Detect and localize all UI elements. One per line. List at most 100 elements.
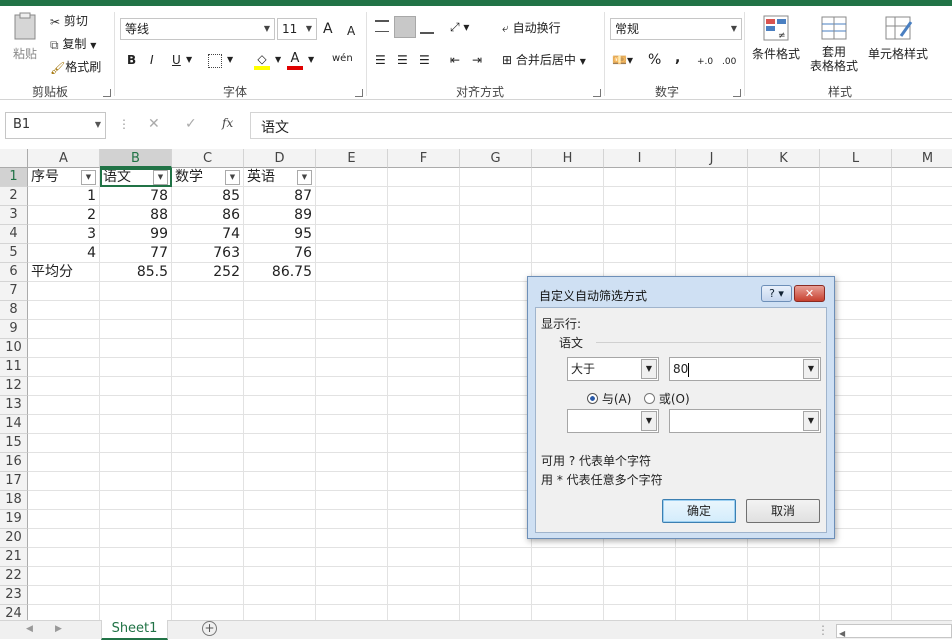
cell-c11[interactable]: [172, 358, 244, 377]
cell-f7[interactable]: [388, 282, 460, 301]
filter-dropdown-icon[interactable]: ▼: [297, 170, 312, 185]
cell-j21[interactable]: [676, 548, 748, 567]
cell-c14[interactable]: [172, 415, 244, 434]
cell-m18[interactable]: [892, 491, 952, 510]
cell-m20[interactable]: [892, 529, 952, 548]
chevron-down-icon[interactable]: ▼: [186, 51, 192, 69]
cell-h5[interactable]: [532, 244, 604, 263]
value-2-input[interactable]: ▼: [669, 409, 821, 433]
cell-d9[interactable]: [244, 320, 316, 339]
cell-l21[interactable]: [820, 548, 892, 567]
cell-g7[interactable]: [460, 282, 532, 301]
cell-j23[interactable]: [676, 586, 748, 605]
cut-button[interactable]: ✂ 剪切: [50, 12, 88, 31]
cell-d1[interactable]: 英语 ▼: [244, 168, 316, 187]
cell-l22[interactable]: [820, 567, 892, 586]
underline-button[interactable]: U: [172, 51, 181, 69]
fill-color-icon[interactable]: ◇: [254, 53, 270, 70]
italic-button[interactable]: I: [150, 51, 154, 69]
cell-c16[interactable]: [172, 453, 244, 472]
cell-l23[interactable]: [820, 586, 892, 605]
cell-a12[interactable]: [28, 377, 100, 396]
cell-e14[interactable]: [316, 415, 388, 434]
cell-d19[interactable]: [244, 510, 316, 529]
cell-g1[interactable]: [460, 168, 532, 187]
cell-g3[interactable]: [460, 206, 532, 225]
cell-c20[interactable]: [172, 529, 244, 548]
cell-c9[interactable]: [172, 320, 244, 339]
cell-b15[interactable]: [100, 434, 172, 453]
cell-a15[interactable]: [28, 434, 100, 453]
row-header-6[interactable]: 6: [0, 263, 28, 282]
cell-c24[interactable]: [172, 605, 244, 620]
cell-a14[interactable]: [28, 415, 100, 434]
name-box[interactable]: B1 ▼: [5, 112, 106, 139]
cell-d21[interactable]: [244, 548, 316, 567]
cell-c17[interactable]: [172, 472, 244, 491]
cell-a10[interactable]: [28, 339, 100, 358]
cell-f16[interactable]: [388, 453, 460, 472]
cell-g5[interactable]: [460, 244, 532, 263]
row-header-4[interactable]: 4: [0, 225, 28, 244]
column-header-d[interactable]: D: [244, 149, 316, 168]
cell-b18[interactable]: [100, 491, 172, 510]
cell-b5[interactable]: 77: [100, 244, 172, 263]
cell-k2[interactable]: [748, 187, 820, 206]
cell-f1[interactable]: [388, 168, 460, 187]
row-header-3[interactable]: 3: [0, 206, 28, 225]
percent-button[interactable]: %: [648, 51, 661, 69]
column-header-i[interactable]: I: [604, 149, 676, 168]
cell-b10[interactable]: [100, 339, 172, 358]
cell-m14[interactable]: [892, 415, 952, 434]
alignment-launcher-icon[interactable]: [593, 89, 601, 97]
align-top-icon[interactable]: [375, 20, 389, 32]
cell-e2[interactable]: [316, 187, 388, 206]
cell-e8[interactable]: [316, 301, 388, 320]
row-header-23[interactable]: 23: [0, 586, 28, 605]
row-header-20[interactable]: 20: [0, 529, 28, 548]
cell-l3[interactable]: [820, 206, 892, 225]
row-header-14[interactable]: 14: [0, 415, 28, 434]
cell-d14[interactable]: [244, 415, 316, 434]
font-launcher-icon[interactable]: [355, 89, 363, 97]
cell-g24[interactable]: [460, 605, 532, 620]
operator-1-select[interactable]: 大于 ▼: [567, 357, 659, 381]
cell-d22[interactable]: [244, 567, 316, 586]
cell-e6[interactable]: [316, 263, 388, 282]
row-header-9[interactable]: 9: [0, 320, 28, 339]
cell-e10[interactable]: [316, 339, 388, 358]
cell-h23[interactable]: [532, 586, 604, 605]
cell-b8[interactable]: [100, 301, 172, 320]
cell-m13[interactable]: [892, 396, 952, 415]
cell-m22[interactable]: [892, 567, 952, 586]
increase-indent-icon[interactable]: ⇥: [472, 51, 482, 69]
cell-f12[interactable]: [388, 377, 460, 396]
cell-a18[interactable]: [28, 491, 100, 510]
cell-b24[interactable]: [100, 605, 172, 620]
cell-a3[interactable]: 2: [28, 206, 100, 225]
currency-icon[interactable]: 💴▾: [612, 51, 633, 69]
cell-j22[interactable]: [676, 567, 748, 586]
cell-l2[interactable]: [820, 187, 892, 206]
cell-e20[interactable]: [316, 529, 388, 548]
cell-b2[interactable]: 78: [100, 187, 172, 206]
cell-a4[interactable]: 3: [28, 225, 100, 244]
value-1-input[interactable]: 80 ▼: [669, 357, 821, 381]
cell-m23[interactable]: [892, 586, 952, 605]
cell-g23[interactable]: [460, 586, 532, 605]
row-header-15[interactable]: 15: [0, 434, 28, 453]
chevron-down-icon[interactable]: ▼: [275, 51, 281, 69]
cell-a2[interactable]: 1: [28, 187, 100, 206]
row-header-22[interactable]: 22: [0, 567, 28, 586]
cell-k5[interactable]: [748, 244, 820, 263]
grow-font-button[interactable]: A: [323, 20, 333, 38]
cell-j2[interactable]: [676, 187, 748, 206]
cell-j3[interactable]: [676, 206, 748, 225]
cell-e16[interactable]: [316, 453, 388, 472]
row-header-16[interactable]: 16: [0, 453, 28, 472]
cell-c23[interactable]: [172, 586, 244, 605]
column-header-k[interactable]: K: [748, 149, 820, 168]
phonetic-button[interactable]: wén: [332, 50, 353, 68]
cell-b19[interactable]: [100, 510, 172, 529]
cell-c8[interactable]: [172, 301, 244, 320]
